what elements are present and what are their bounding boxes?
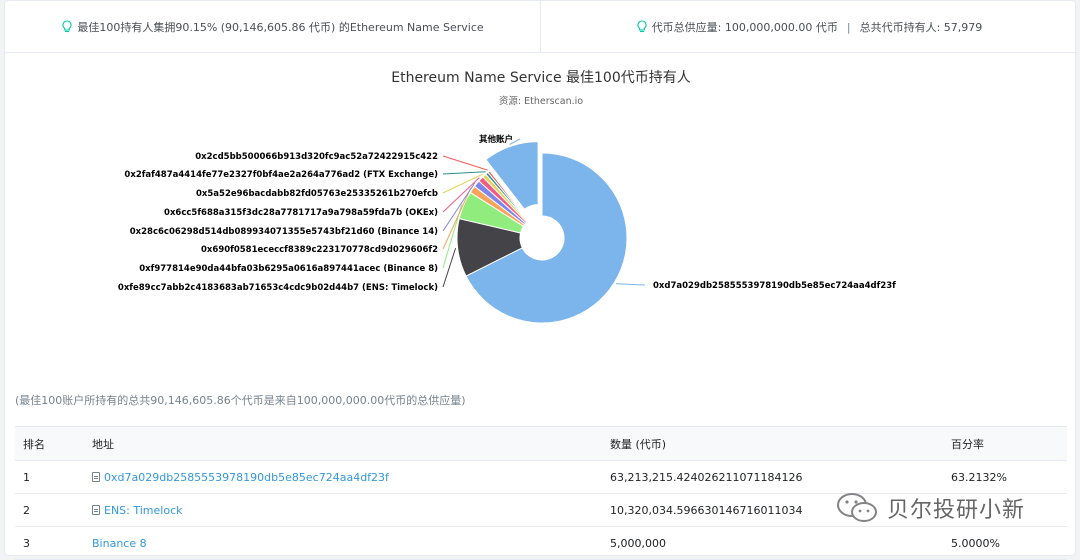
wechat-icon: [837, 493, 877, 522]
address-link[interactable]: 0xd7a029db2585553978190db5e85ec724aa4df2…: [104, 471, 389, 484]
leader-line: [442, 171, 486, 175]
watermark: 贝尔投研小新: [835, 491, 1025, 525]
address-cell: 0xd7a029db2585553978190db5e85ec724aa4df2…: [84, 460, 602, 494]
percent-cell: 63.2132%: [943, 460, 1067, 494]
rank-cell: 2: [15, 493, 84, 527]
quantity-cell: 5,000,000: [602, 526, 943, 560]
slice-label: 0x5a52e96bacdabb82fd05763e25335261b270ef…: [196, 189, 438, 199]
table-row: 3 Binance 8 5,000,000 5.0000%: [15, 526, 1067, 560]
rank-cell: 3: [15, 526, 84, 560]
col-quantity: 数量 (代币): [602, 426, 943, 461]
contract-icon: [92, 504, 100, 515]
supply-note: (最佳100账户所持有的总共90,146,605.86个代币是来自100,000…: [15, 394, 466, 407]
address-link[interactable]: Binance 8: [92, 537, 147, 550]
leader-line: [442, 247, 457, 288]
col-rank: 排名: [15, 426, 84, 461]
contract-icon: [92, 471, 100, 482]
slice-label: 0xd7a029db2585553978190db5e85ec724aa4df2…: [653, 281, 896, 291]
slice-label: 其他账户: [479, 134, 513, 145]
slice-label: 0x6cc5f688a315f3dc28a7781717a9a798a59fda…: [164, 208, 438, 218]
percent-cell: 5.0000%: [943, 526, 1067, 560]
holders-pie-chart: 0xd7a029db2585553978190db5e85ec724aa4df2…: [118, 134, 896, 324]
slice-label: 0xf977814e90da44bfa03b6295a0616a897441ac…: [139, 264, 438, 274]
address-cell: Binance 8: [84, 526, 602, 560]
leader-line: [442, 155, 488, 171]
rank-cell: 1: [15, 460, 84, 494]
slice-label: 0x690f0581ececcf8389c223170778cd9d029606…: [201, 245, 438, 255]
watermark-text: 贝尔投研小新: [887, 498, 1026, 523]
quantity-cell: 63,213,215.424026211071184126: [602, 460, 943, 494]
table-header-row: 排名 地址 数量 (代币) 百分率: [15, 426, 1067, 461]
slice-label: 0x2faf487a4414fe77e2327f0bf4ae2a264a776a…: [124, 170, 438, 180]
slice-label: 0x28c6c06298d514db089934071355e5743bf21d…: [130, 227, 438, 237]
address-link[interactable]: ENS: Timelock: [104, 504, 183, 517]
col-percent: 百分率: [943, 426, 1067, 461]
slice-label: 0x2cd5bb500066b913d320fc9ac52a72422915c4…: [195, 152, 438, 162]
leader-line: [615, 283, 646, 286]
slice-label: 0xfe89cc7abb2c4183683ab71653c4cdc9b02d44…: [118, 283, 438, 293]
col-address: 地址: [84, 426, 602, 461]
address-cell: ENS: Timelock: [84, 493, 602, 527]
table-row: 1 0xd7a029db2585553978190db5e85ec724aa4d…: [15, 460, 1067, 494]
token-holders-card: 最佳100持有人集拥90.15% (90,146,605.86 代币) 的Eth…: [4, 0, 1077, 560]
